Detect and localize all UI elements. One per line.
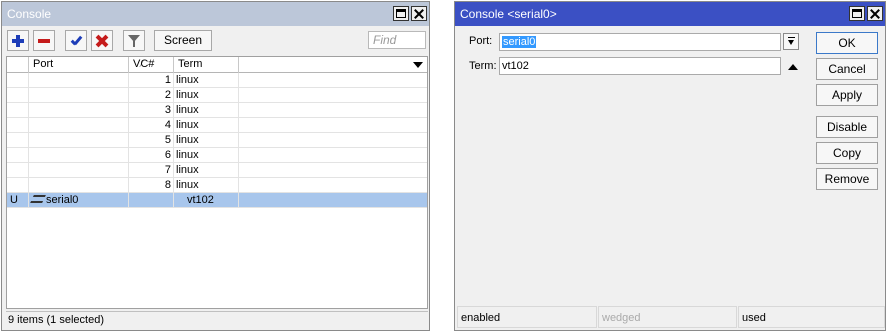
screen-button[interactable]: Screen [154,30,212,51]
port-dropdown-icon[interactable] [783,33,799,50]
row-term: linux [174,73,239,88]
console-table: Port ⁄ VC# Term 1 linux 2 linux 3 linux 4 linux… [6,56,428,309]
row-flag [7,118,29,133]
row-vc: 8 [129,178,174,193]
row-vc: 3 [129,103,174,118]
row-term: linux [174,163,239,178]
ok-button[interactable]: OK [816,32,878,54]
row-flag [7,133,29,148]
row-flag [7,103,29,118]
column-header-vc[interactable]: VC# [129,57,174,73]
row-flag [7,73,29,88]
table-row[interactable]: 2 linux [7,88,427,103]
row-term: linux [174,178,239,193]
term-field[interactable]: vt102 [499,57,781,75]
column-header-flag[interactable] [7,57,29,73]
window-title: Console <serial0> [460,7,557,21]
console-list-titlebar[interactable]: Console [2,2,429,26]
disable-button[interactable] [91,30,113,51]
row-vc [129,193,174,208]
row-flag [7,163,29,178]
column-menu-icon[interactable] [413,62,423,68]
table-header: Port ⁄ VC# Term [7,57,427,73]
row-port [29,103,129,118]
window-title: Console [7,7,52,21]
port-name: serial0 [46,194,79,206]
find-input[interactable]: Find [368,31,426,49]
row-port [29,73,129,88]
row-flag: U [7,193,29,208]
table-row[interactable]: 3 linux [7,103,427,118]
port-value: serial0 [502,36,537,48]
row-term: linux [174,148,239,163]
console-edit-titlebar[interactable]: Console <serial0> [455,2,885,26]
row-term: linux [174,103,239,118]
maximize-icon[interactable] [393,6,409,21]
column-header-port-label: Port [33,58,54,70]
serial-port-icon [30,195,46,204]
minus-icon [38,38,50,43]
row-port: serial0 [29,193,129,208]
console-list-window: Console Screen Find Port ⁄ VC# Term 1 lin… [1,1,430,331]
table-row[interactable]: 4 linux [7,118,427,133]
row-vc: 4 [129,118,174,133]
row-port [29,88,129,103]
row-port [29,118,129,133]
funnel-icon [128,35,140,47]
row-flag [7,148,29,163]
row-port [29,163,129,178]
maximize-icon[interactable] [849,6,865,21]
add-button[interactable] [7,30,29,51]
term-label: Term: [469,60,497,72]
row-term: linux [174,133,239,148]
console-edit-window: Console <serial0> Port: serial0 Term: vt… [454,1,886,331]
copy-button[interactable]: Copy [816,142,878,164]
status-bar: enabled wedged used [457,306,885,328]
table-row[interactable]: 7 linux [7,163,427,178]
row-port [29,148,129,163]
apply-button[interactable]: Apply [816,84,878,106]
row-vc: 6 [129,148,174,163]
close-icon[interactable] [867,6,883,21]
row-term: linux [174,118,239,133]
toolbar: Screen Find [2,28,429,54]
status-enabled: enabled [457,306,597,328]
row-vc: 2 [129,88,174,103]
row-flag [7,88,29,103]
table-row[interactable]: 1 linux [7,73,427,88]
port-field[interactable]: serial0 [499,33,781,51]
table-row[interactable]: 6 linux [7,148,427,163]
table-row[interactable]: 5 linux [7,133,427,148]
row-term: linux [174,88,239,103]
close-icon[interactable] [411,6,427,21]
column-header-term[interactable]: Term [174,57,239,73]
row-vc: 7 [129,163,174,178]
row-vc: 5 [129,133,174,148]
port-label: Port: [469,35,493,47]
collapse-up-icon[interactable] [788,64,798,70]
check-icon [70,35,82,47]
status-used: used [738,306,885,328]
table-row[interactable]: 8 linux [7,178,427,193]
status-wedged: wedged [598,306,737,328]
table-row[interactable]: Userial0 vt102 [7,193,427,208]
row-port [29,178,129,193]
plus-icon [12,34,24,47]
column-header-port[interactable]: Port ⁄ [29,57,142,73]
enable-button[interactable] [65,30,87,51]
filter-button[interactable] [123,30,145,51]
row-flag [7,178,29,193]
remove-button[interactable] [33,30,55,51]
remove-button[interactable]: Remove [816,168,878,190]
disable-button[interactable]: Disable [816,116,878,138]
row-term: vt102 [174,193,239,208]
table-body: 1 linux 2 linux 3 linux 4 linux 5 linux 6 linux 7 lin… [7,73,427,208]
row-vc: 1 [129,73,174,88]
cancel-button[interactable]: Cancel [816,58,878,80]
status-bar: 9 items (1 selected) [6,311,428,328]
x-icon [96,35,108,47]
row-port [29,133,129,148]
